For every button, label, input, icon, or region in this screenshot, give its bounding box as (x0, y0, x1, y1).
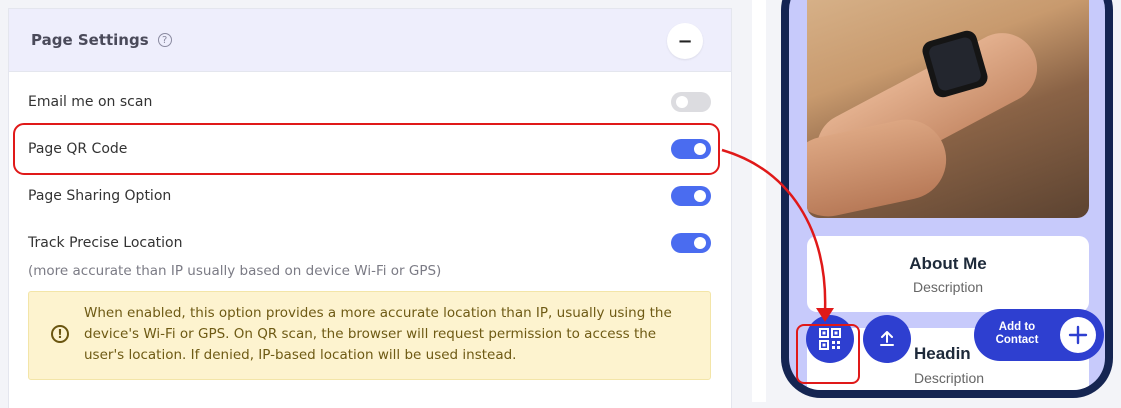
about-me-title: About Me (909, 254, 987, 273)
setting-label: Page Sharing Option (28, 188, 172, 204)
setting-label: Email me on scan (28, 94, 153, 110)
email-on-scan-toggle[interactable] (671, 92, 711, 112)
about-me-card[interactable]: About Me Description (807, 236, 1089, 312)
about-me-description: Description (912, 279, 984, 295)
toggle-knob (694, 237, 706, 249)
location-note: (more accurate than IP usually based on … (28, 263, 442, 279)
setting-row-email-on-scan: Email me on scan (28, 87, 712, 117)
plus-icon (1060, 317, 1096, 353)
upload-icon (880, 331, 894, 346)
page-sharing-toggle[interactable] (671, 186, 711, 206)
setting-label: Track Precise Location (28, 235, 183, 251)
toggle-knob (694, 190, 706, 202)
collapse-button[interactable]: − (667, 23, 703, 59)
annotation-highlight-qr-button (796, 324, 860, 384)
panel-divider (752, 0, 766, 402)
page-settings-panel: Page Settings ? − Email me on scan Page … (8, 8, 732, 408)
heading-title: Headin (914, 344, 971, 363)
setting-row-track-location: Track Precise Location (28, 228, 712, 258)
help-icon[interactable]: ? (157, 33, 172, 47)
add-to-contact-label: Add to Contact (995, 321, 1039, 346)
setting-row-page-sharing: Page Sharing Option (28, 181, 712, 211)
panel-header[interactable]: Page Settings ? − (9, 9, 731, 72)
annotation-highlight-qr-row (13, 123, 720, 175)
location-info-box: ! When enabled, this option provides a m… (28, 291, 711, 380)
toggle-knob (676, 96, 688, 108)
plus-glyph (1068, 325, 1088, 345)
panel-title: Page Settings (31, 31, 149, 49)
watch-face (927, 35, 983, 93)
share-upload-button[interactable] (863, 315, 911, 363)
heading-description: Description (914, 370, 985, 386)
info-exclamation-icon: ! (51, 325, 69, 343)
add-to-contact-button[interactable]: Add to Contact (974, 309, 1104, 361)
cover-photo (807, 0, 1089, 218)
info-text: When enabled, this option provides a mor… (84, 305, 672, 363)
track-location-toggle[interactable] (671, 233, 711, 253)
